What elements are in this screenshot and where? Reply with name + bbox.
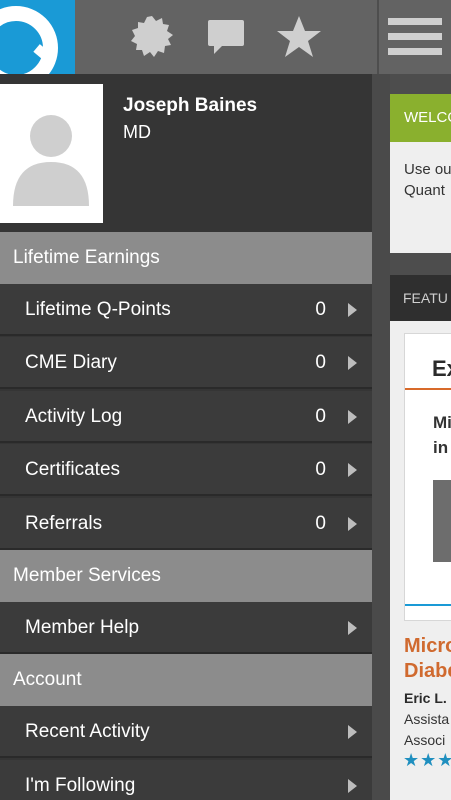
section-member-services: Member Services bbox=[0, 550, 372, 602]
menu-item-certificates[interactable]: Certificates 0 bbox=[0, 444, 372, 496]
menu-item-lifetime-q-points[interactable]: Lifetime Q-Points 0 bbox=[0, 284, 372, 336]
menu-item-count: 0 bbox=[315, 513, 326, 534]
card-bottom-divider bbox=[405, 604, 451, 606]
article-author: Eric L. bbox=[404, 690, 447, 706]
menu-item-referrals[interactable]: Referrals 0 bbox=[0, 498, 372, 550]
article-title[interactable]: Micro Diabe bbox=[404, 634, 451, 684]
card-subtitle: Mi in bbox=[433, 410, 451, 460]
author-role: Associ bbox=[404, 732, 446, 748]
menu-item-label: Referrals bbox=[25, 513, 103, 534]
chevron-right-icon bbox=[348, 303, 357, 317]
welcome-line: Quant bbox=[404, 182, 445, 199]
star-icon[interactable] bbox=[272, 0, 326, 74]
chevron-right-icon bbox=[348, 410, 357, 424]
section-account: Account bbox=[0, 654, 372, 706]
menu-item-count: 0 bbox=[315, 352, 326, 373]
chevron-right-icon bbox=[348, 356, 357, 370]
card-subtitle-line: Mi bbox=[433, 413, 451, 432]
menu-item-label: I'm Following bbox=[25, 775, 136, 796]
menu-item-count: 0 bbox=[315, 406, 326, 427]
article-title-line: Diabe bbox=[404, 660, 451, 682]
menu-item-count: 0 bbox=[315, 299, 326, 320]
chevron-right-icon bbox=[348, 517, 357, 531]
welcome-header: WELCO bbox=[390, 94, 451, 142]
menu-item-label: CME Diary bbox=[25, 352, 117, 373]
user-name: Joseph Baines bbox=[123, 95, 258, 116]
user-silhouette-icon bbox=[13, 115, 89, 206]
chevron-right-icon bbox=[348, 463, 357, 477]
welcome-line: Use ou bbox=[404, 161, 451, 178]
avatar[interactable] bbox=[0, 84, 103, 223]
rating-stars: ★★★ bbox=[403, 750, 451, 770]
menu-item-label: Lifetime Q-Points bbox=[25, 299, 171, 320]
chat-icon[interactable] bbox=[200, 0, 252, 74]
main-content[interactable]: WELCO Use ou Quant FEATU Ex Mi in Micro … bbox=[390, 74, 451, 800]
profile-header: Joseph Baines MD bbox=[0, 74, 372, 232]
chevron-right-icon bbox=[348, 779, 357, 793]
card-photo bbox=[433, 480, 451, 562]
card-divider bbox=[405, 388, 451, 390]
article-title-line: Micro bbox=[404, 635, 451, 657]
badge-icon[interactable] bbox=[126, 0, 178, 74]
section-lifetime-earnings: Lifetime Earnings bbox=[0, 232, 372, 284]
menu-item-label: Recent Activity bbox=[25, 721, 150, 742]
menu-item-label: Certificates bbox=[25, 459, 121, 480]
menu-icon[interactable] bbox=[377, 0, 451, 74]
q-logo-icon[interactable] bbox=[0, 0, 75, 74]
featured-header: FEATU bbox=[390, 275, 451, 321]
author-role: Assista bbox=[404, 711, 450, 727]
card-title: Ex bbox=[432, 356, 451, 381]
menu-item-label: Member Help bbox=[25, 617, 140, 638]
drawer-divider bbox=[372, 74, 390, 800]
welcome-body: Use ou Quant bbox=[390, 142, 451, 253]
menu-item-following[interactable]: I'm Following bbox=[0, 760, 372, 800]
menu-item-member-help[interactable]: Member Help bbox=[0, 602, 372, 654]
menu-item-count: 0 bbox=[315, 459, 326, 480]
menu-item-label: Activity Log bbox=[25, 406, 123, 427]
top-bar bbox=[0, 0, 451, 74]
card-subtitle-line: in bbox=[433, 438, 449, 457]
chevron-right-icon bbox=[348, 621, 357, 635]
menu-item-recent-activity[interactable]: Recent Activity bbox=[0, 706, 372, 758]
menu-item-activity-log[interactable]: Activity Log 0 bbox=[0, 391, 372, 443]
featured-panel: Ex Mi in Micro Diabe Eric L. Assista Ass… bbox=[390, 321, 451, 800]
featured-card[interactable]: Ex Mi in bbox=[404, 333, 451, 621]
chevron-right-icon bbox=[348, 725, 357, 739]
side-drawer: Joseph Baines MD Lifetime Earnings Lifet… bbox=[0, 74, 372, 800]
menu-item-cme-diary[interactable]: CME Diary 0 bbox=[0, 337, 372, 389]
user-title: MD bbox=[123, 122, 151, 142]
